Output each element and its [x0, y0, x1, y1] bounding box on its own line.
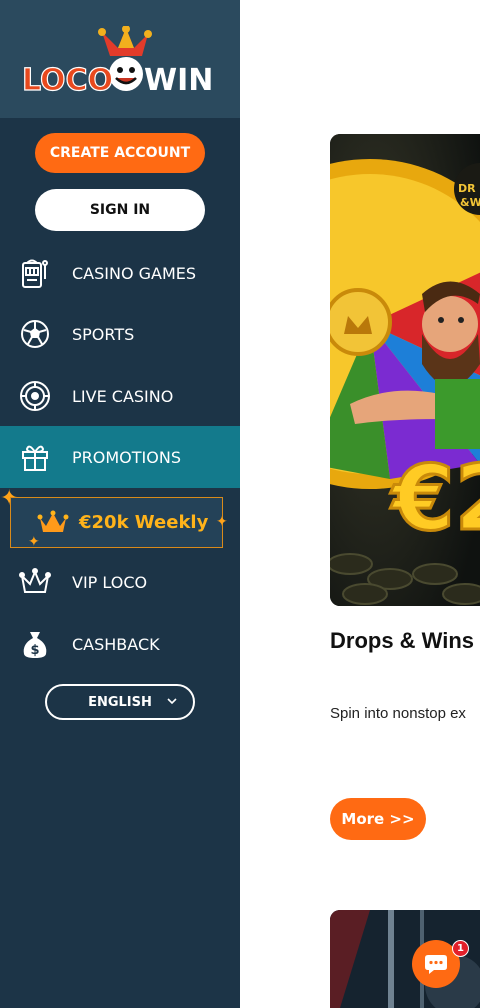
weekly-promo-banner[interactable]: €20k Weekly: [10, 497, 223, 548]
nav-item-vip-loco[interactable]: VIP LOCO: [0, 551, 240, 613]
slot-machine-icon: [22, 259, 48, 288]
svg-text:$: $: [30, 643, 39, 658]
chevron-down-icon: [167, 698, 177, 705]
nav-item-sports[interactable]: SPORTS: [0, 303, 240, 365]
crown-icon: [37, 510, 69, 532]
jester-crown-icon: [19, 568, 51, 593]
chat-bubble-icon: [425, 955, 447, 974]
language-select-value: ENGLISH: [88, 694, 152, 710]
svg-text:WIN: WIN: [144, 63, 213, 96]
language-select[interactable]: ENGLISH: [45, 684, 195, 720]
sparkle-icon: ✦: [216, 514, 228, 530]
svg-text:&W: &W: [460, 196, 480, 209]
create-account-button[interactable]: CREATE ACCOUNT: [35, 133, 205, 173]
soccer-ball-icon: [21, 320, 49, 348]
promo-card-title: Drops & Wins: [330, 628, 475, 653]
nav-item-casino-games[interactable]: CASINO GAMES: [0, 242, 240, 304]
more-button[interactable]: More >>: [330, 798, 426, 840]
nav-item-label: LIVE CASINO: [72, 386, 174, 406]
nav-item-live-casino[interactable]: LIVE CASINO: [0, 365, 240, 427]
svg-text:DR: DR: [458, 182, 476, 195]
nav-item-label: VIP LOCO: [72, 572, 148, 592]
svg-text:LOCO: LOCO: [22, 63, 113, 96]
nav-item-promotions[interactable]: PROMOTIONS: [0, 426, 240, 488]
nav-item-label: CASINO GAMES: [72, 263, 197, 283]
gift-icon: [22, 445, 48, 471]
sparkle-icon: ✦: [28, 534, 40, 550]
sign-in-button[interactable]: SIGN IN: [35, 189, 205, 231]
promo-card-description: Spin into nonstop ex: [330, 705, 466, 722]
roulette-icon: [20, 381, 50, 411]
nav-item-label: PROMOTIONS: [72, 447, 181, 467]
drops-wins-artwork: €2 DR &W: [330, 134, 480, 606]
nav-item-label: CASHBACK: [72, 634, 160, 654]
locowin-logo[interactable]: LOCO WIN: [22, 26, 222, 96]
logo-area: LOCO WIN: [0, 0, 240, 118]
sidebar: LOCO WIN CREATE ACCOUNT SIGN IN CASINO G…: [0, 0, 240, 1008]
promo-banner-label: €20k Weekly: [79, 512, 209, 533]
money-bag-icon: $: [23, 632, 47, 658]
nav-item-cashback[interactable]: $ CASHBACK: [0, 613, 240, 675]
svg-text:€2: €2: [390, 446, 480, 551]
nav-item-label: SPORTS: [72, 324, 135, 344]
promo-card-image[interactable]: €2 DR &W: [330, 134, 480, 606]
chat-notification-badge: 1: [452, 940, 469, 957]
